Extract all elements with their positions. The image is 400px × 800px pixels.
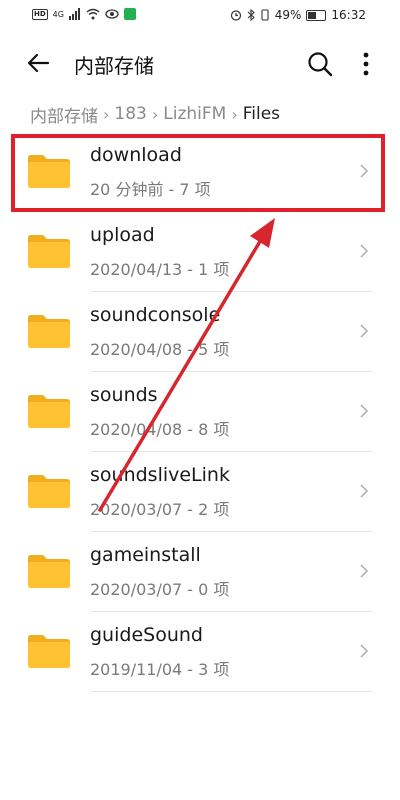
folder-icon bbox=[28, 315, 70, 348]
page-title: 内部存储 bbox=[74, 54, 154, 78]
status-bar: HD 4G 49% 16:32 bbox=[0, 0, 400, 32]
chevron-right-icon bbox=[360, 644, 369, 658]
breadcrumb-separator-icon: › bbox=[103, 104, 110, 124]
status-time: 16:32 bbox=[331, 8, 366, 22]
search-icon[interactable] bbox=[306, 50, 334, 78]
list-item-guidesound[interactable]: guideSound 2019/11/04 - 3 项 bbox=[0, 612, 400, 692]
list-divider bbox=[90, 691, 372, 692]
folder-meta: 2020/03/07 - 0 项 bbox=[90, 580, 230, 599]
folder-name: soundconsole bbox=[90, 304, 221, 326]
folder-icon bbox=[28, 395, 70, 428]
signal-label: 4G bbox=[52, 9, 64, 19]
file-manager-screen: HD 4G 49% 16:32 内部存储 内部存储 › 183 › LizhiF… bbox=[0, 0, 400, 800]
list-item-soundslivelink[interactable]: soundsliveLink 2020/03/07 - 2 项 bbox=[0, 452, 400, 532]
hd-network-icon: HD bbox=[32, 8, 48, 20]
alarm-icon bbox=[230, 10, 241, 21]
folder-icon bbox=[28, 235, 70, 268]
signal-icon bbox=[68, 8, 80, 20]
arrow-left-icon[interactable] bbox=[26, 50, 52, 76]
folder-name: guideSound bbox=[90, 624, 203, 646]
eye-icon bbox=[105, 9, 119, 19]
chevron-right-icon bbox=[360, 484, 369, 498]
list-item-upload[interactable]: upload 2020/04/13 - 1 项 bbox=[0, 212, 400, 292]
folder-name: upload bbox=[90, 224, 155, 246]
breadcrumb-separator-icon: › bbox=[151, 104, 159, 124]
folder-name: sounds bbox=[90, 384, 158, 406]
folder-meta: 2020/04/13 - 1 项 bbox=[90, 260, 230, 279]
folder-meta: 2020/04/08 - 5 项 bbox=[90, 340, 230, 359]
folder-meta: 2020/03/07 - 2 项 bbox=[90, 500, 230, 519]
chevron-right-icon bbox=[360, 324, 369, 338]
list-item-gameinstall[interactable]: gameinstall 2020/03/07 - 0 项 bbox=[0, 532, 400, 612]
breadcrumb-item-internal-storage[interactable]: 内部存储 bbox=[30, 102, 98, 127]
chevron-right-icon bbox=[360, 404, 369, 418]
battery-icon bbox=[306, 9, 327, 21]
folder-icon bbox=[28, 475, 70, 508]
status-right-icons: 49% 16:32 bbox=[230, 8, 366, 22]
folder-icon bbox=[28, 635, 70, 668]
wifi-icon bbox=[86, 8, 100, 20]
folder-name: soundsliveLink bbox=[90, 464, 230, 486]
status-left-icons: HD 4G bbox=[32, 8, 136, 20]
vibrate-icon bbox=[261, 9, 269, 21]
chevron-right-icon bbox=[360, 564, 369, 578]
folder-meta: 2019/11/04 - 3 项 bbox=[90, 660, 230, 679]
breadcrumb-item-files: Files bbox=[242, 104, 281, 124]
folder-name: gameinstall bbox=[90, 544, 201, 566]
folder-meta: 2020/04/08 - 8 项 bbox=[90, 420, 230, 439]
battery-percent: 49% bbox=[274, 8, 302, 22]
breadcrumb: 内部存储 › 183 › LizhiFM › Files bbox=[30, 100, 280, 128]
chevron-right-icon bbox=[360, 244, 369, 258]
highlight-box bbox=[11, 134, 385, 212]
folder-icon bbox=[28, 555, 70, 588]
breadcrumb-separator-icon: › bbox=[231, 104, 238, 124]
list-item-sounds[interactable]: sounds 2020/04/08 - 8 项 bbox=[0, 372, 400, 452]
bluetooth-icon bbox=[247, 9, 255, 21]
breadcrumb-item-183[interactable]: 183 bbox=[114, 104, 146, 124]
app-notification-icon bbox=[123, 8, 136, 20]
breadcrumb-item-lizhifm[interactable]: LizhiFM bbox=[163, 104, 226, 124]
top-app-bar: 内部存储 bbox=[0, 40, 400, 88]
more-vertical-icon[interactable] bbox=[356, 50, 376, 78]
list-item-soundconsole[interactable]: soundconsole 2020/04/08 - 5 项 bbox=[0, 292, 400, 372]
